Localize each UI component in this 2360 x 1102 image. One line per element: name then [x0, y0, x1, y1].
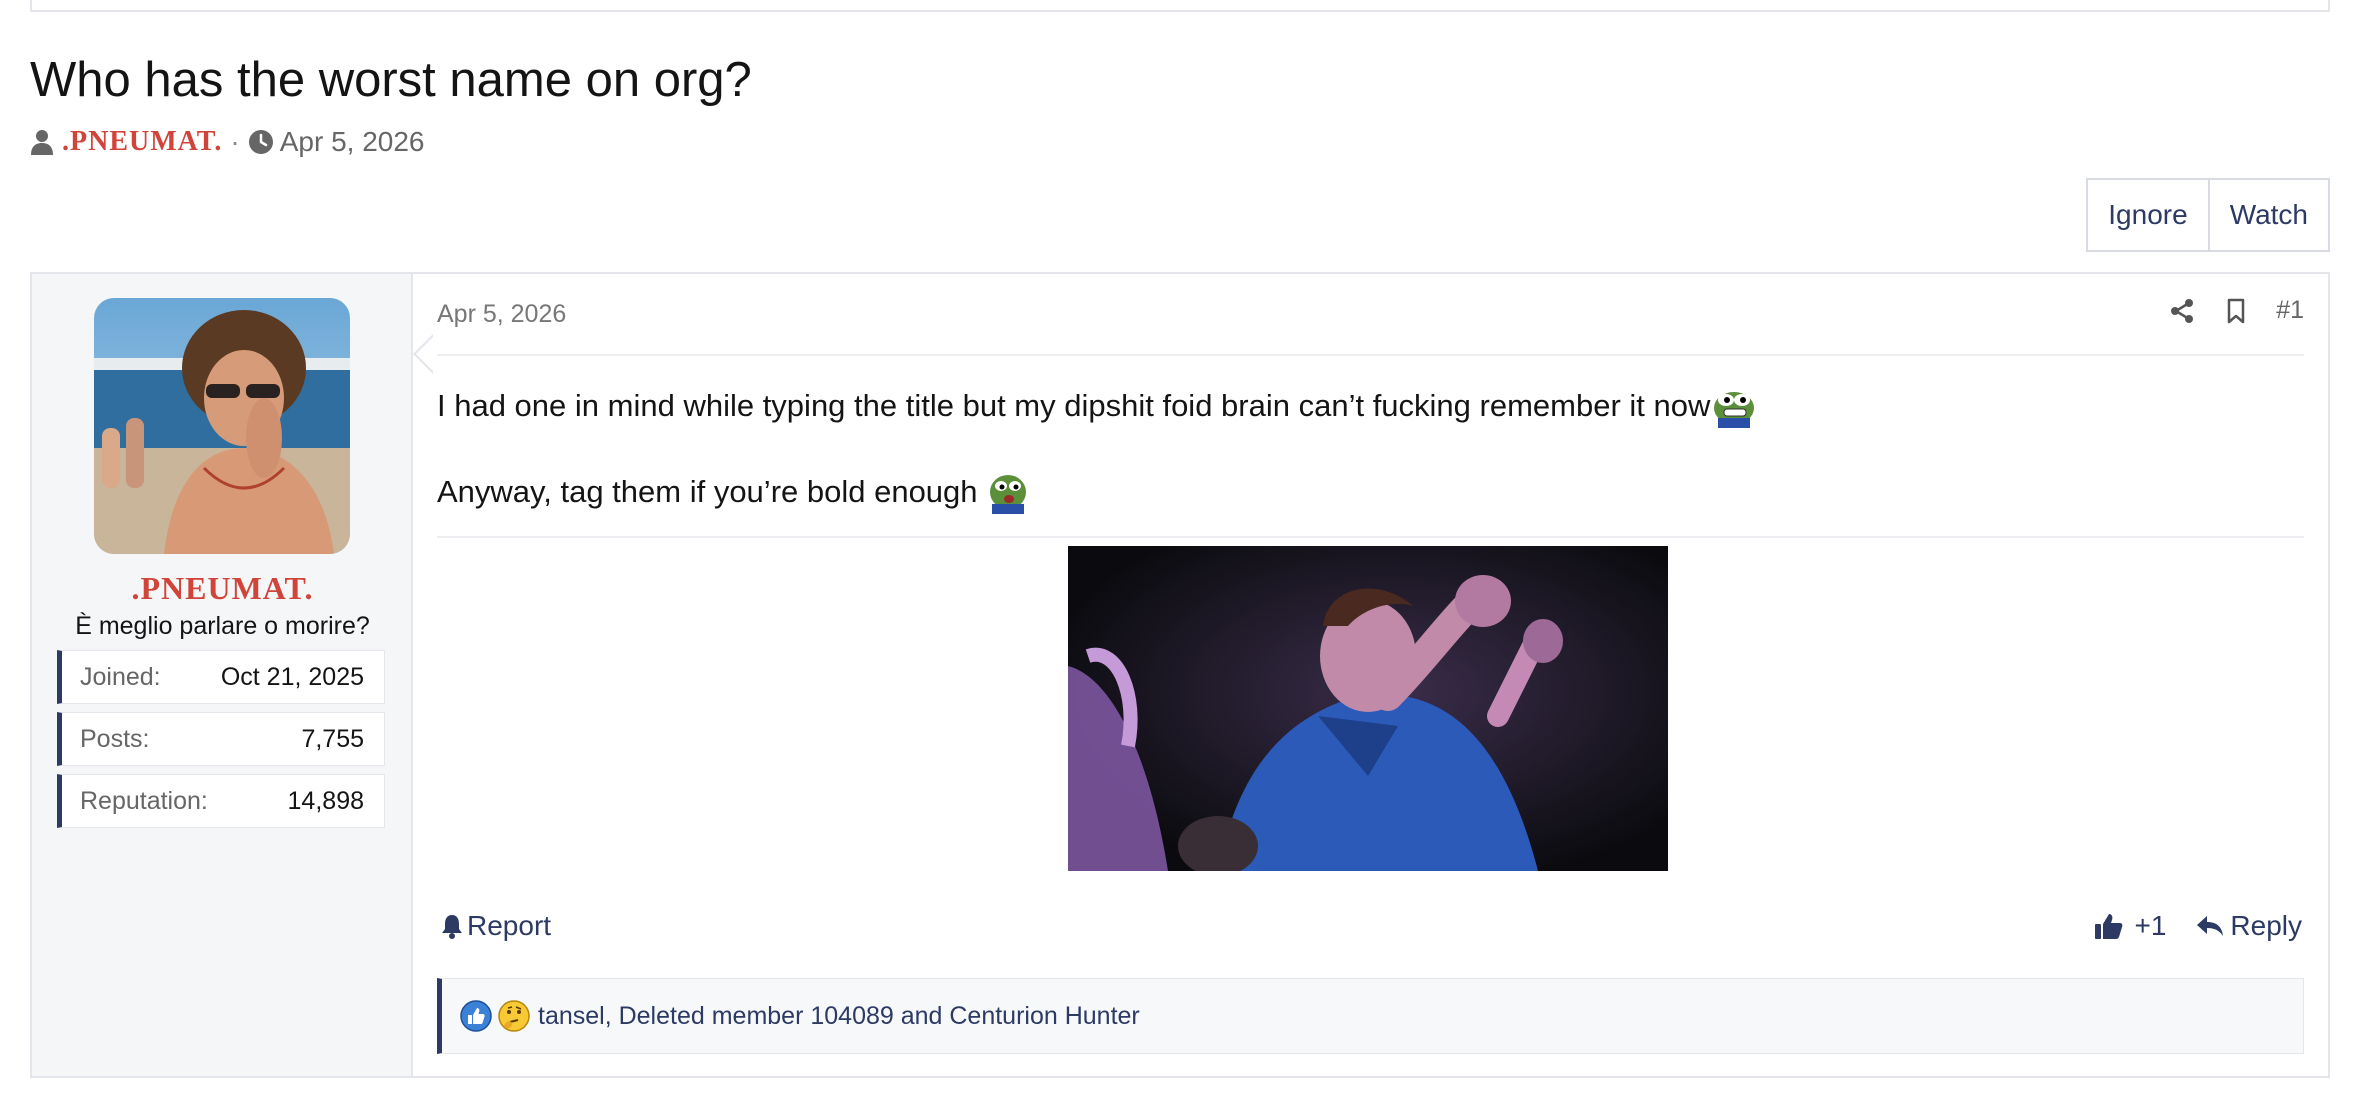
stat-posts: Posts: 7,755 [57, 712, 385, 766]
thread-action-buttons: Ignore Watch [2086, 178, 2330, 252]
post-body-line-2: Anyway, tag them if you’re bold enough [437, 470, 1030, 514]
like-button[interactable]: +1 [2094, 912, 2166, 940]
post-actions: #1 [2168, 296, 2304, 325]
message-body-divider [437, 536, 2304, 538]
post-body-line-1: I had one in mind while typing the title… [437, 384, 1756, 428]
thread-title: Who has the worst name on org? [30, 53, 752, 107]
stat-value[interactable]: 7,755 [301, 725, 364, 754]
stat-label: Reputation: [80, 786, 208, 815]
thinking-reaction-icon [498, 1000, 530, 1032]
user-icon [31, 130, 53, 155]
stat-label: Joined: [80, 662, 161, 691]
meta-separator: · [230, 126, 240, 157]
post-text: I had one in mind while typing the title… [437, 388, 1711, 423]
avatar[interactable] [94, 298, 350, 554]
reply-label: Reply [2230, 910, 2302, 941]
clock-icon [248, 130, 273, 154]
post-date-link[interactable]: Apr 5, 2026 [437, 300, 566, 329]
reactions-bar[interactable]: tansel, Deleted member 104089 and Centur… [437, 978, 2304, 1054]
watch-button[interactable]: Watch [2207, 180, 2328, 250]
bell-icon [442, 915, 462, 939]
reply-icon [2197, 916, 2224, 936]
thumbs-up-icon [2095, 914, 2123, 939]
user-sidebar: .PNEUMAT. È meglio parlare o morire? Joi… [32, 274, 434, 1076]
stat-value: Oct 21, 2025 [220, 662, 364, 691]
like-label: +1 [2134, 910, 2167, 941]
user-name-link[interactable]: .PNEUMAT. [32, 570, 413, 607]
stat-joined: Joined: Oct 21, 2025 [57, 650, 385, 704]
stat-label: Posts: [80, 724, 150, 753]
report-button[interactable]: Report [441, 912, 551, 940]
bookmark-icon[interactable] [2222, 297, 2250, 325]
top-container-border [30, 0, 2330, 12]
user-title: È meglio parlare o morire? [75, 612, 370, 640]
embedded-gif-image[interactable] [1068, 546, 1668, 871]
thread-author-link[interactable]: .PNEUMAT. [62, 126, 222, 158]
stat-value: 14,898 [287, 786, 364, 815]
ignore-button[interactable]: Ignore [2088, 180, 2208, 250]
reactions-users[interactable]: tansel, Deleted member 104089 and Centur… [538, 1002, 1140, 1031]
post-number-link[interactable]: #1 [2276, 296, 2304, 325]
pepe-emoji [989, 475, 1026, 514]
post-footer-actions: +1 Reply [2094, 912, 2302, 940]
pepe-grin-emoji [1714, 392, 1755, 428]
stat-reputation: Reputation: 14,898 [57, 774, 385, 828]
message-area: Apr 5, 2026 #1 I had one in mind while t… [413, 274, 2328, 1076]
post-container: .PNEUMAT. È meglio parlare o morire? Joi… [30, 272, 2330, 1078]
report-label: Report [467, 910, 552, 941]
share-icon[interactable] [2168, 297, 2196, 325]
post-text: Anyway, tag them if you’re bold enough [437, 474, 978, 509]
reply-button[interactable]: Reply [2196, 912, 2302, 940]
thread-meta: .PNEUMAT. · Apr 5, 2026 [30, 124, 425, 160]
like-reaction-icon [460, 1000, 492, 1032]
thread-date[interactable]: Apr 5, 2026 [280, 126, 425, 158]
message-header-divider [437, 354, 2304, 356]
